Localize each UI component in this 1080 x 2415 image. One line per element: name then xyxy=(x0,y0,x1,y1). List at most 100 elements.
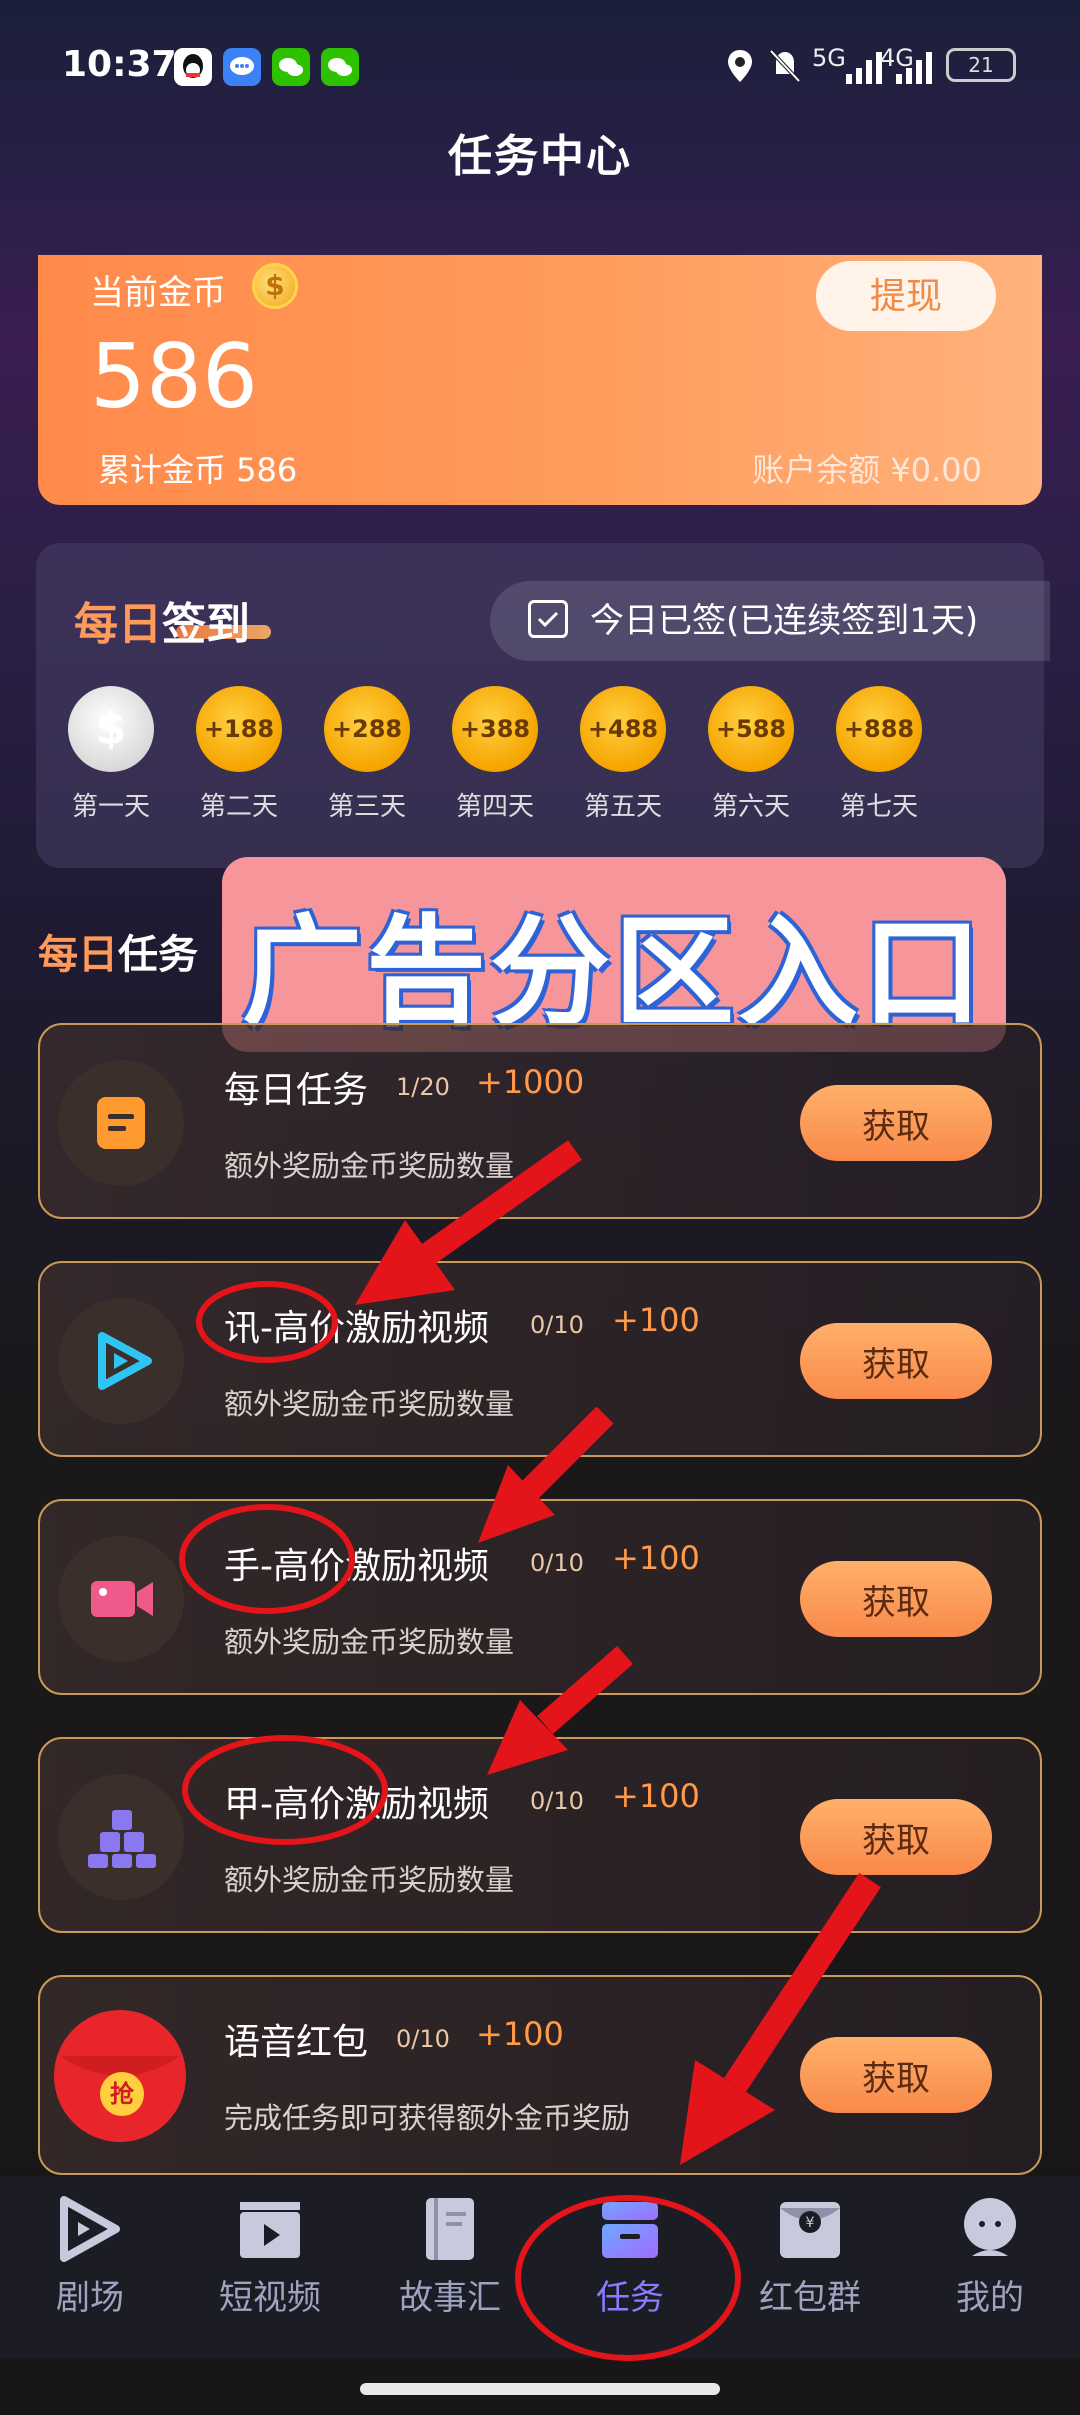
nav-label: 我的 xyxy=(956,2278,1024,2318)
cubes-icon xyxy=(58,1774,184,1900)
daily-tasks-title: 每日任务 xyxy=(38,922,198,980)
get-button[interactable]: 获取 xyxy=(800,2037,992,2113)
signin-day-3: +288 第三天 xyxy=(312,686,422,823)
signin-day-2: +188 第二天 xyxy=(184,686,294,823)
task-description: 额外奖励金币奖励数量 xyxy=(224,1625,515,1659)
gold-coin-icon: +388 xyxy=(452,686,538,772)
nav-label: 剧场 xyxy=(56,2278,124,2318)
signin-status-text: 今日已签(已连续签到1天) xyxy=(590,601,979,641)
balance-card: 当前金币 $ 586 累计金币 586 账户余额 ¥0.00 提现 xyxy=(38,255,1042,505)
task-description: 额外奖励金币奖励数量 xyxy=(224,1149,515,1183)
gold-coin-icon: +488 xyxy=(580,686,666,772)
book-icon xyxy=(416,2194,484,2264)
day-label: 第一天 xyxy=(71,792,150,822)
task-progress: 0/10 xyxy=(530,1549,584,1577)
document-icon xyxy=(58,1060,184,1186)
silver-coin-icon: $ xyxy=(68,686,154,772)
task-progress: 0/10 xyxy=(530,1787,584,1815)
withdraw-button[interactable]: 提现 xyxy=(816,261,996,331)
task-name: 讯-高价激励视频 xyxy=(224,1308,489,1349)
task-reward: +100 xyxy=(476,2015,564,2053)
nav-item-theater[interactable]: 剧场 xyxy=(0,2194,180,2319)
signin-status-pill[interactable]: 今日已签(已连续签到1天) xyxy=(490,581,1050,661)
gold-coin-icon: +188 xyxy=(196,686,282,772)
wechat-notification-icon xyxy=(272,48,310,86)
task-name: 甲-高价激励视频 xyxy=(224,1784,489,1825)
wechat-notification-icon-2 xyxy=(321,48,359,86)
bottom-navigation: 剧场 短视频 故事汇 任务 ¥ 红包群 我的 xyxy=(0,2176,1080,2358)
theater-play-icon xyxy=(56,2194,124,2264)
day-label: 第六天 xyxy=(711,792,790,822)
task-description: 额外奖励金币奖励数量 xyxy=(224,1863,515,1897)
gold-coin-icon: +888 xyxy=(836,686,922,772)
clapperboard-icon xyxy=(236,2194,304,2264)
page-title: 任务中心 xyxy=(448,131,632,182)
home-indicator[interactable] xyxy=(360,2383,720,2395)
day-label: 第三天 xyxy=(327,792,406,822)
signin-day-7: +888 第七天 xyxy=(824,686,934,823)
red-packet-icon: ¥ xyxy=(776,2194,844,2264)
get-button[interactable]: 获取 xyxy=(800,1085,992,1161)
current-coins-amount: 586 xyxy=(90,325,258,428)
day-label: 第四天 xyxy=(455,792,534,822)
nav-label: 任务 xyxy=(596,2278,664,2318)
daily-tasks-title-highlight: 每日 xyxy=(38,932,118,978)
signal-icon-2 xyxy=(896,52,936,88)
nav-label: 短视频 xyxy=(219,2278,321,2318)
nav-item-red-packet-group[interactable]: ¥ 红包群 xyxy=(720,2194,900,2319)
get-button[interactable]: 获取 xyxy=(800,1561,992,1637)
gold-coin-icon: +588 xyxy=(708,686,794,772)
network-5g-label: 5G xyxy=(812,44,846,72)
current-coins-label: 当前金币 xyxy=(90,273,226,313)
task-reward: +100 xyxy=(612,1539,700,1577)
svg-text:¥: ¥ xyxy=(806,2215,815,2231)
day-label: 第七天 xyxy=(839,792,918,822)
nav-label: 红包群 xyxy=(759,2278,861,2318)
status-bar: 10:37 5G 4G 21 xyxy=(0,0,1080,130)
message-notification-icon xyxy=(223,48,261,86)
task-reward: +100 xyxy=(612,1301,700,1339)
play-icon xyxy=(58,1298,184,1424)
mute-icon xyxy=(768,48,802,88)
task-reward: +100 xyxy=(612,1777,700,1815)
task-card-xun-video: 讯-高价激励视频 0/10 +100 额外奖励金币奖励数量 获取 xyxy=(38,1261,1042,1457)
calendar-check-icon xyxy=(528,600,568,638)
envelope-seal: 抢 xyxy=(100,2072,144,2116)
signin-day-5: +488 第五天 xyxy=(568,686,678,823)
daily-signin-card: 每日签到 今日已签(已连续签到1天) $ 第一天 +188 第二天 +288 第三天 … xyxy=(36,543,1050,868)
nav-item-profile[interactable]: 我的 xyxy=(900,2194,1080,2319)
signin-title: 每日签到 xyxy=(74,588,250,652)
nav-item-stories[interactable]: 故事汇 xyxy=(360,2194,540,2319)
signin-day-1: $ 第一天 xyxy=(56,686,166,823)
task-name: 手-高价激励视频 xyxy=(224,1546,489,1587)
task-card-jia-video: 甲-高价激励视频 0/10 +100 额外奖励金币奖励数量 获取 xyxy=(38,1737,1042,1933)
task-description: 额外奖励金币奖励数量 xyxy=(224,1387,515,1421)
day-label: 第二天 xyxy=(199,792,278,822)
task-icon xyxy=(596,2194,664,2264)
red-envelope-icon: 抢 xyxy=(54,2010,186,2142)
task-card-voice-red-packet: 抢 语音红包 0/10 +100 完成任务即可获得额外金币奖励 获取 xyxy=(38,1975,1042,2175)
task-card-daily: 每日任务 1/20 +1000 额外奖励金币奖励数量 获取 xyxy=(38,1023,1042,1219)
day-label: 第五天 xyxy=(583,792,662,822)
get-button[interactable]: 获取 xyxy=(800,1323,992,1399)
task-progress: 0/10 xyxy=(530,1311,584,1339)
task-card-shou-video: 手-高价激励视频 0/10 +100 额外奖励金币奖励数量 获取 xyxy=(38,1499,1042,1695)
task-name: 语音红包 xyxy=(224,2022,369,2063)
nav-item-tasks[interactable]: 任务 xyxy=(540,2194,720,2319)
task-name: 每日任务 xyxy=(224,1070,369,1111)
profile-icon xyxy=(956,2194,1024,2264)
nav-item-short-video[interactable]: 短视频 xyxy=(180,2194,360,2319)
gold-coin-icon: +288 xyxy=(324,686,410,772)
nav-label: 故事汇 xyxy=(399,2278,501,2318)
signin-day-6: +588 第六天 xyxy=(696,686,806,823)
task-progress: 0/10 xyxy=(396,2025,450,2053)
task-reward: +1000 xyxy=(476,1063,585,1101)
get-button[interactable]: 获取 xyxy=(800,1799,992,1875)
task-progress: 1/20 xyxy=(396,1073,450,1101)
signin-title-highlight: 每日 xyxy=(74,599,162,650)
coin-icon: $ xyxy=(252,263,298,309)
signin-title-text: 签到 xyxy=(162,599,250,650)
total-coins: 累计金币 586 xyxy=(98,451,298,489)
signin-day-4: +388 第四天 xyxy=(440,686,550,823)
daily-tasks-title-text: 任务 xyxy=(118,932,198,978)
